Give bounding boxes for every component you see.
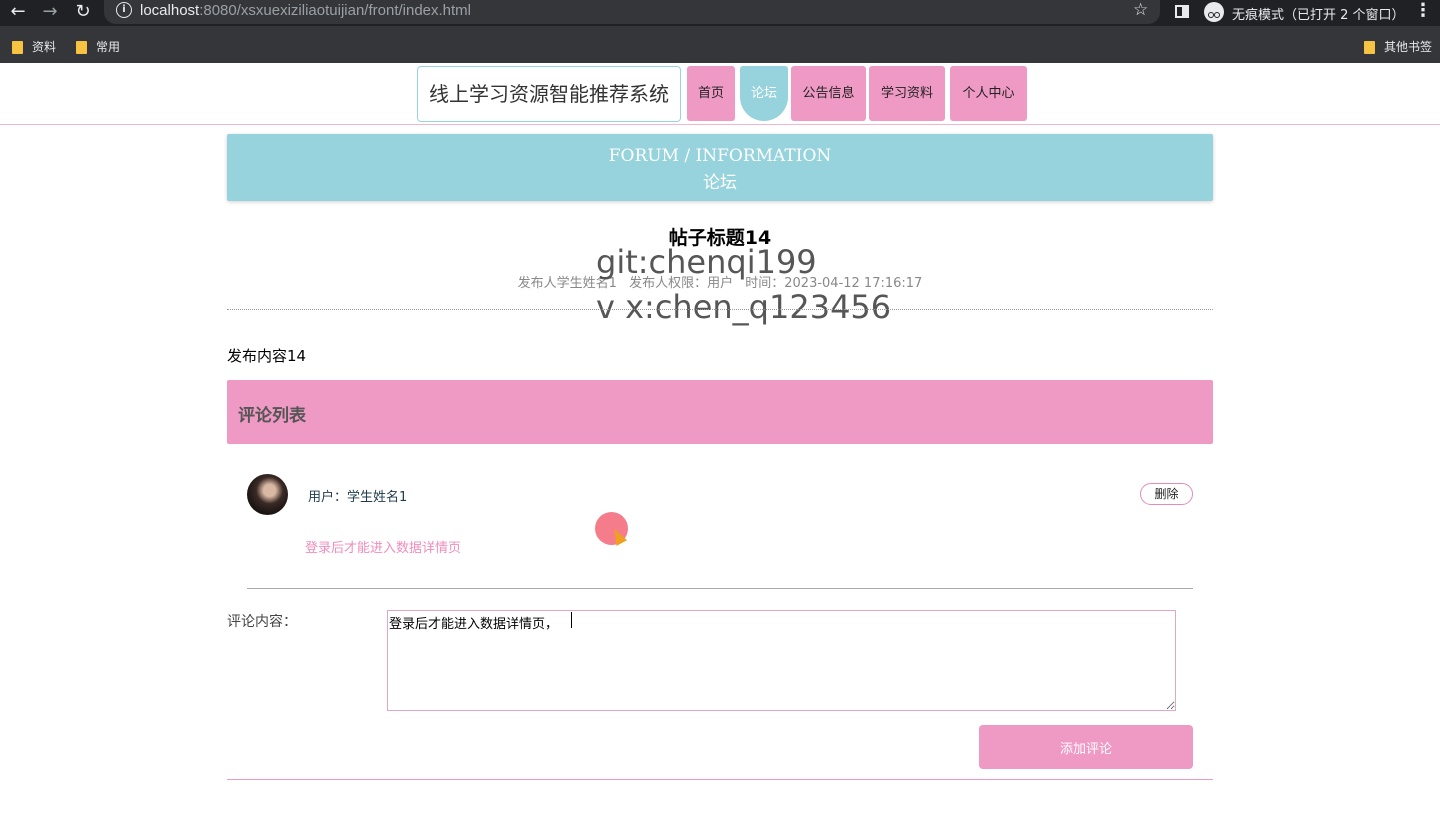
nav-study-materials[interactable]: 学习资料 <box>869 66 945 121</box>
kebab-menu-icon[interactable]: ⋮ <box>1414 0 1432 21</box>
post-divider <box>227 309 1213 310</box>
comment-divider <box>247 588 1193 589</box>
browser-toolbar: ← → ↻ i localhost:8080/xsxuexiziliaotuij… <box>0 0 1440 26</box>
text-caret <box>571 612 572 628</box>
nav-personal-center[interactable]: 个人中心 <box>950 66 1027 121</box>
avatar <box>247 474 288 515</box>
back-icon[interactable]: ← <box>5 0 31 26</box>
incognito-icon <box>1204 2 1224 22</box>
folder-icon <box>76 41 87 54</box>
form-bottom-divider <box>227 779 1213 780</box>
site-brand[interactable]: 线上学习资源智能推荐系统 <box>417 66 681 122</box>
comment-text: 登录后才能进入数据详情页 <box>305 541 462 556</box>
reload-icon[interactable]: ↻ <box>70 0 96 26</box>
nav-forum[interactable]: 论坛 <box>740 66 788 121</box>
folder-icon <box>1364 41 1375 54</box>
comment-form-label: 评论内容： <box>227 614 297 630</box>
folder-icon <box>12 41 23 54</box>
nav-home[interactable]: 首页 <box>687 66 735 121</box>
comments-header-title: 评论列表 <box>238 406 306 426</box>
comment-user: 用户：学生姓名1 <box>308 490 408 505</box>
banner-title-en: FORUM / INFORMATION <box>608 146 832 166</box>
comment-input[interactable]: 登录后才能进入数据详情页， <box>387 610 1176 711</box>
site-header: 线上学习资源智能推荐系统 首页 论坛 公告信息 学习资料 个人中心 <box>0 63 1440 125</box>
watermark-line-1: git:chenqi199 <box>596 243 817 281</box>
add-comment-button[interactable]: 添加评论 <box>979 725 1193 769</box>
site-info-icon[interactable]: i <box>116 2 132 18</box>
bookmarks-bar: 资料 常用 其他书签 <box>0 26 1440 63</box>
nav-announcements[interactable]: 公告信息 <box>791 66 866 121</box>
post-content: 发布内容14 <box>227 347 307 365</box>
bookmark-folder-1[interactable]: 资料 <box>12 38 56 54</box>
banner-title-cn: 论坛 <box>703 173 737 193</box>
bookmark-folder-2[interactable]: 常用 <box>76 38 120 54</box>
forward-icon[interactable]: → <box>37 0 63 26</box>
bookmark-star-icon[interactable]: ☆ <box>1133 0 1148 20</box>
watermark-line-2: v x:chen_q123456 <box>596 288 892 326</box>
delete-button[interactable]: 删除 <box>1140 483 1193 505</box>
incognito-label[interactable]: 无痕模式（已打开 2 个窗口） <box>1232 4 1405 23</box>
other-bookmarks[interactable]: 其他书签 <box>1364 38 1432 54</box>
page-banner: FORUM / INFORMATION 论坛 <box>227 134 1213 201</box>
side-panel-icon[interactable] <box>1175 5 1189 18</box>
comments-header: 评论列表 <box>227 380 1213 444</box>
url-text[interactable]: localhost:8080/xsxuexiziliaotuijian/fron… <box>140 2 471 19</box>
